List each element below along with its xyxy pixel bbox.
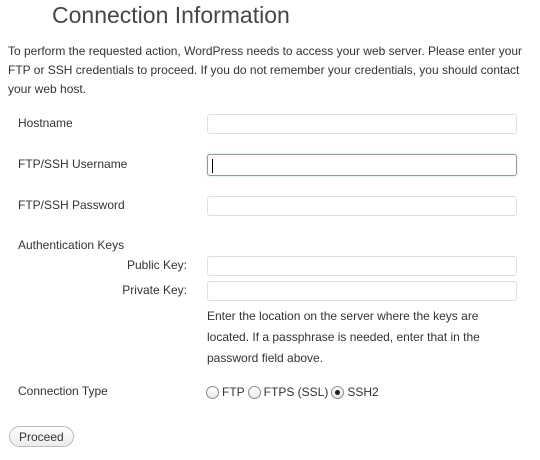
page-title: Connection Information	[52, 2, 290, 28]
public-key-input[interactable]	[207, 256, 517, 276]
ssh2-radio-label[interactable]: SSH2	[347, 385, 378, 399]
public-key-label: Public Key:	[126, 258, 187, 272]
ftp-radio-label[interactable]: FTP	[222, 385, 245, 399]
connection-type-label: Connection Type	[18, 384, 108, 398]
ssh2-radio[interactable]	[331, 385, 345, 399]
hostname-label: Hostname	[18, 116, 73, 130]
private-key-label: Private Key:	[122, 283, 187, 297]
connection-type-options: FTP FTPS (SSL) SSH2	[206, 383, 382, 401]
text-cursor	[212, 159, 213, 173]
username-label: FTP/SSH Username	[18, 157, 128, 171]
auth-keys-label: Authentication Keys	[18, 238, 125, 252]
proceed-button[interactable]: Proceed	[9, 426, 74, 447]
intro-text: To perform the requested action, WordPre…	[8, 44, 523, 96]
password-input[interactable]	[207, 196, 517, 216]
auth-keys-help-text: Enter the location on the server where t…	[207, 309, 480, 365]
username-input[interactable]	[207, 154, 517, 176]
ftps-radio-label[interactable]: FTPS (SSL)	[264, 385, 329, 399]
hostname-input[interactable]	[207, 114, 517, 134]
private-key-input[interactable]	[207, 281, 517, 301]
ftps-radio[interactable]	[247, 385, 261, 399]
ftp-radio[interactable]	[206, 385, 219, 399]
password-label: FTP/SSH Password	[18, 198, 125, 212]
